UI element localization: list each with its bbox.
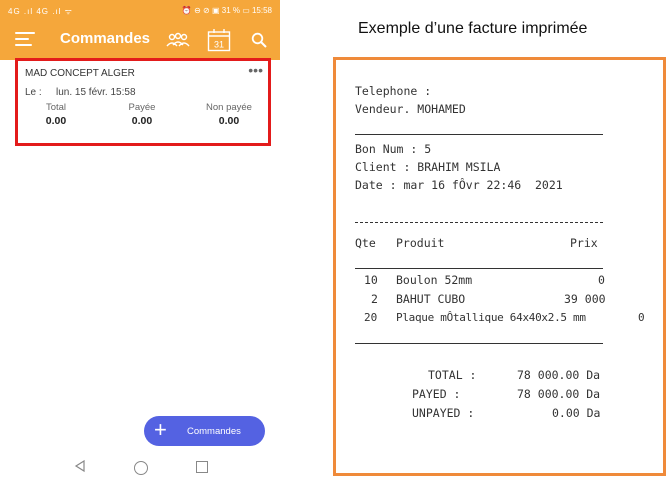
receipt-divider (355, 343, 603, 344)
home-icon[interactable] (134, 461, 148, 475)
receipt-item-price: 39 000 (564, 292, 606, 306)
receipt-header-prix: Prix (570, 236, 598, 250)
receipt-item-price: 0 (598, 273, 605, 287)
receipt-date: Date : mar 16 fÔvr 22:46 2021 (355, 178, 563, 192)
receipt-header-produit: Produit (396, 236, 445, 250)
receipt-item-qte: 10 (364, 273, 378, 287)
receipt-vendeur: Vendeur. MOHAMED (355, 102, 466, 116)
receipt-payed-label: PAYED : (412, 387, 461, 401)
receipt-client: Client : BRAHIM MSILA (355, 160, 501, 174)
menu-icon[interactable] (15, 32, 35, 48)
page-title: Commandes (60, 30, 151, 47)
add-order-label: Commandes (187, 426, 241, 437)
receipt-item-product: BAHUT CUBO (396, 292, 466, 306)
printed-receipt: Telephone : Vendeur. MOHAMED Bon Num : 5… (333, 57, 666, 476)
receipt-unpayed-value: 0.00 Da (552, 406, 601, 420)
receipt-unpayed-label: UNPAYED : (412, 406, 475, 420)
receipt-item-product: Boulon 52mm (396, 273, 473, 287)
highlight-frame (15, 58, 271, 146)
receipt-divider (355, 134, 603, 135)
users-icon[interactable] (166, 32, 190, 48)
calendar-icon[interactable]: 31 (207, 28, 231, 52)
receipt-header-qte: Qte (355, 236, 376, 250)
calendar-day: 31 (214, 40, 224, 50)
recent-apps-icon[interactable] (196, 461, 208, 473)
receipt-divider (355, 268, 603, 269)
add-order-button[interactable]: + Commandes (144, 416, 265, 446)
back-icon[interactable] (73, 459, 87, 473)
system-nav-bar (0, 455, 280, 480)
receipt-caption: Exemple d’une facture imprimée (358, 20, 588, 37)
search-icon[interactable] (251, 32, 267, 48)
app-bar: Commandes 31 (0, 20, 280, 60)
receipt-item-price: 0 (638, 311, 645, 324)
signal-icon: 4G .ıl 4G .ıl ᯤ (8, 7, 73, 16)
status-bar: 4G .ıl 4G .ıl ᯤ ⏰ ⊖ ⊘ ▣ 31 % ▭ 15:58 (0, 0, 280, 20)
receipt-total-label: TOTAL : (428, 368, 477, 382)
status-right-info: ⏰ ⊖ ⊘ ▣ 31 % ▭ 15:58 (181, 6, 272, 15)
plus-icon: + (154, 417, 167, 442)
phone-screen: 4G .ıl 4G .ıl ᯤ ⏰ ⊖ ⊘ ▣ 31 % ▭ 15:58 Com… (0, 0, 280, 485)
receipt-bon-num: Bon Num : 5 (355, 142, 432, 156)
receipt-item-qte: 2 (371, 292, 378, 306)
receipt-payed-value: 78 000.00 Da (517, 387, 601, 401)
receipt-divider (355, 222, 603, 223)
receipt-total-value: 78 000.00 Da (517, 368, 601, 382)
receipt-item-qte: 20 (364, 311, 378, 324)
receipt-item-product: Plaque mÔtallique 64x40x2.5 mm (396, 311, 586, 324)
receipt-telephone: Telephone : (355, 84, 432, 98)
